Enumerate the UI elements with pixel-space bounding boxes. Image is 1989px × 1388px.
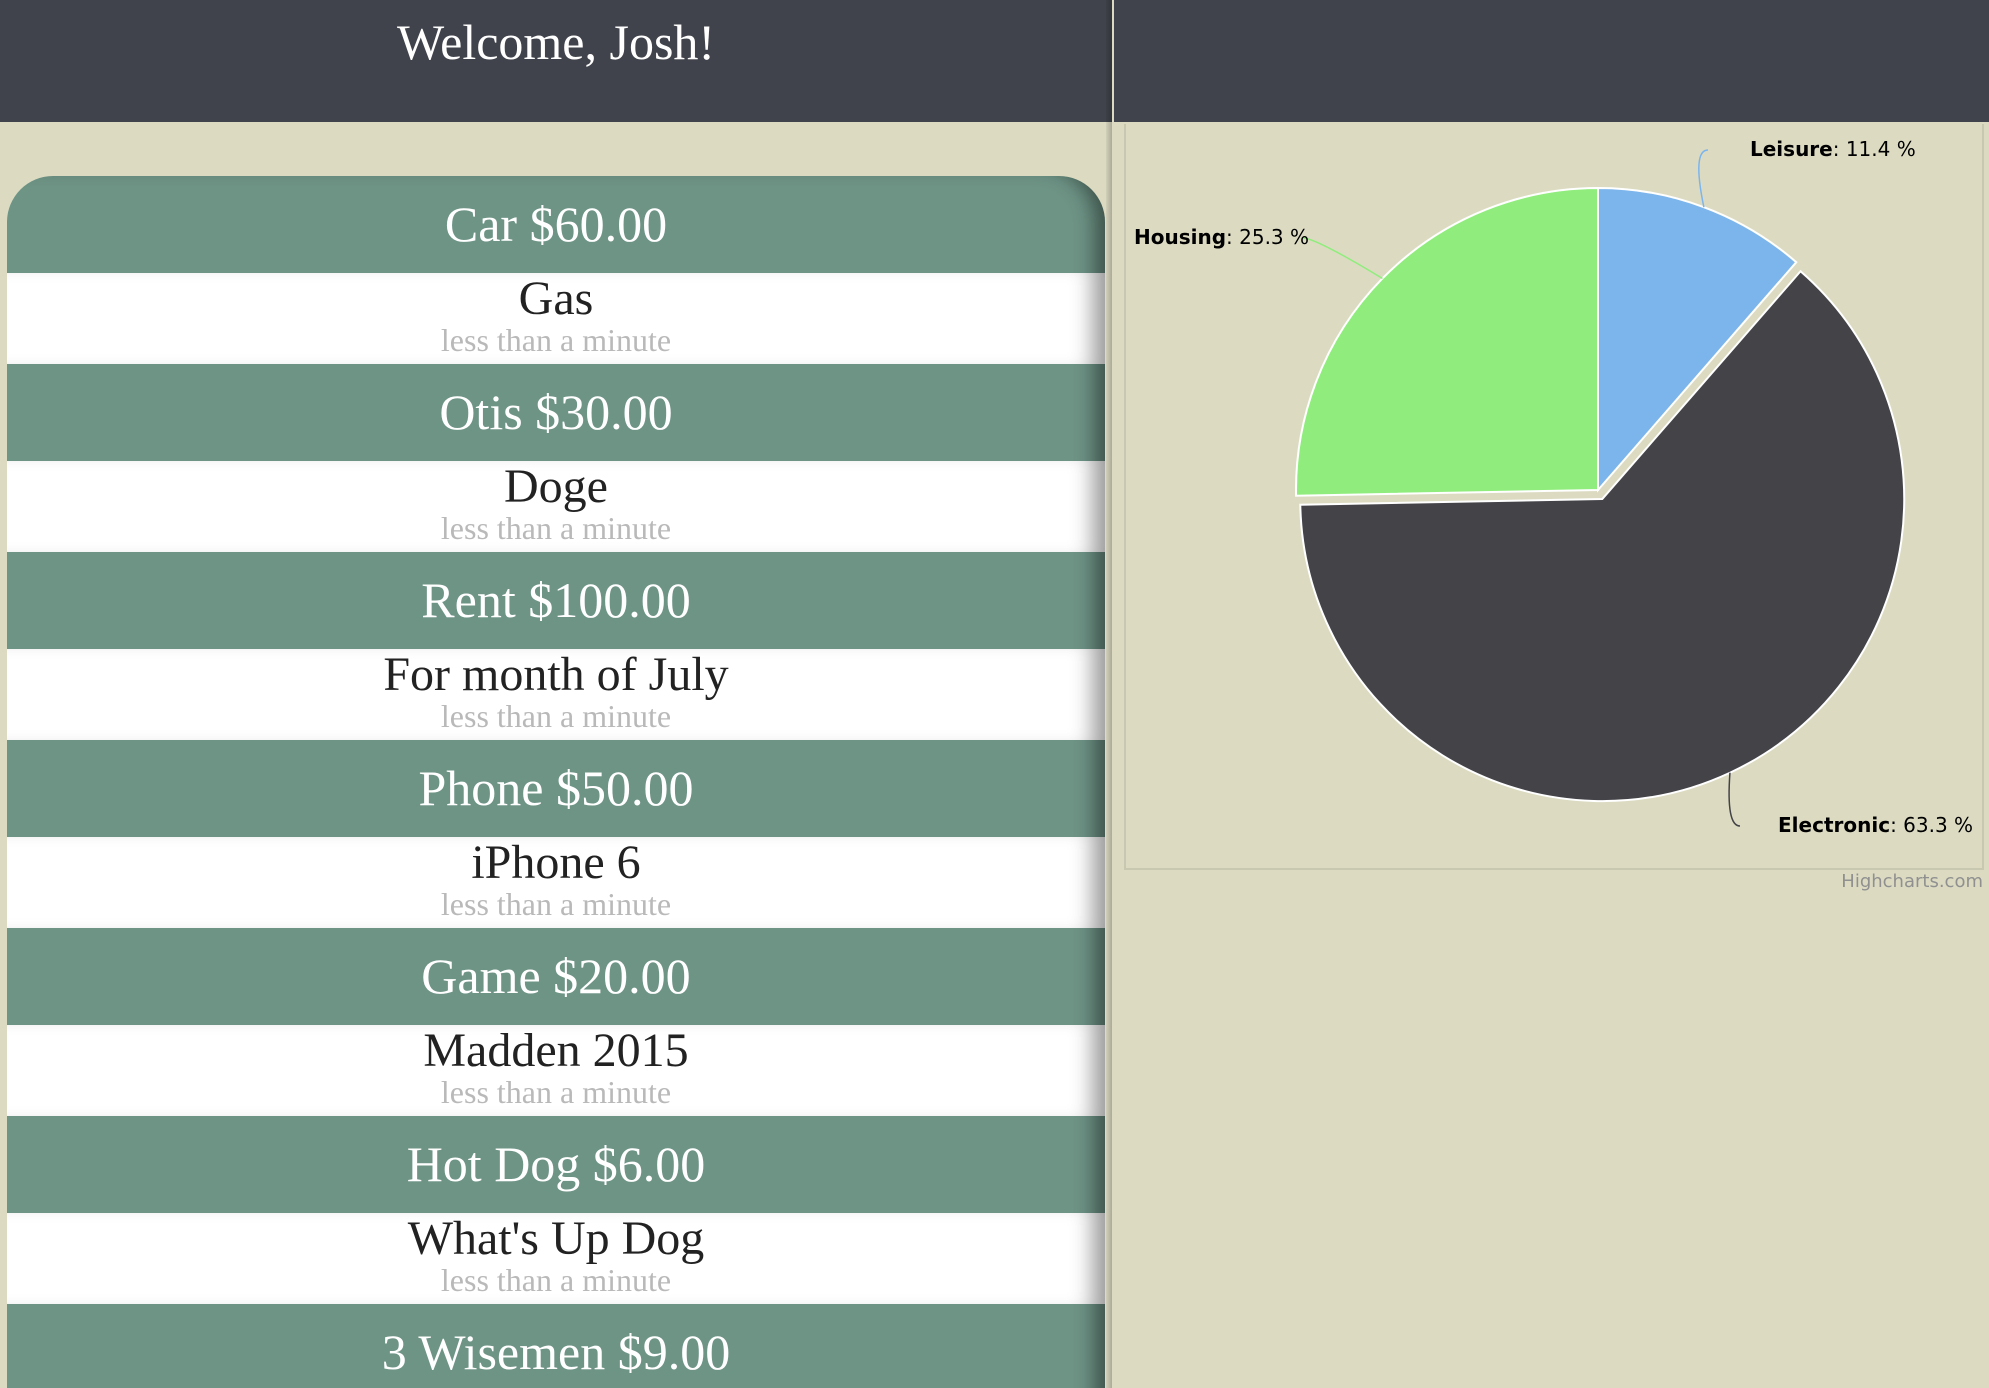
expense-timestamp: less than a minute bbox=[440, 510, 672, 546]
pie-chart: Leisure: 11.4 % Electronic: 63.3 % Housing… bbox=[1134, 137, 1973, 837]
expense-detail[interactable]: For month of July less than a minute bbox=[7, 649, 1105, 740]
expense-description: What's Up Dog bbox=[407, 1212, 705, 1265]
expense-list: Car $60.00 Gas less than a minute Otis $… bbox=[7, 176, 1105, 1388]
expense-description: Gas bbox=[518, 272, 594, 325]
expense-description: iPhone 6 bbox=[471, 836, 641, 889]
expense-description: Doge bbox=[504, 460, 608, 513]
pie-connector-leisure bbox=[1698, 149, 1709, 208]
expense-timestamp: less than a minute bbox=[440, 1262, 672, 1298]
expense-title[interactable]: Otis $30.00 bbox=[7, 364, 1105, 461]
expense-description: For month of July bbox=[383, 648, 729, 701]
pane-divider bbox=[1106, 0, 1112, 1388]
expense-timestamp: less than a minute bbox=[440, 1074, 672, 1110]
chart-pane: Leisure: 11.4 % Electronic: 63.3 % Housing… bbox=[1114, 0, 1989, 1388]
pie-label-housing: Housing: 25.3 % bbox=[1134, 225, 1309, 249]
expense-timestamp: less than a minute bbox=[440, 698, 672, 734]
welcome-title: Welcome, Josh! bbox=[396, 14, 716, 70]
header-bar: Welcome, Josh! bbox=[0, 0, 1112, 122]
expense-title[interactable]: Phone $50.00 bbox=[7, 740, 1105, 837]
pie-label-electronic: Electronic: 63.3 % bbox=[1778, 813, 1973, 837]
expense-title[interactable]: 3 Wisemen $9.00 bbox=[7, 1304, 1105, 1388]
expense-timestamp: less than a minute bbox=[440, 322, 672, 358]
expense-title[interactable]: Car $60.00 bbox=[7, 176, 1105, 273]
expense-detail[interactable]: Doge less than a minute bbox=[7, 461, 1105, 552]
expense-title[interactable]: Game $20.00 bbox=[7, 928, 1105, 1025]
pie-connector-housing bbox=[1303, 237, 1383, 280]
pie-connector-electronic bbox=[1728, 772, 1741, 827]
expense-detail[interactable]: What's Up Dog less than a minute bbox=[7, 1213, 1105, 1304]
expense-detail[interactable]: iPhone 6 less than a minute bbox=[7, 837, 1105, 928]
chart-credit-link[interactable]: Highcharts.com bbox=[1841, 871, 1983, 892]
pie-slice-housing[interactable] bbox=[1295, 186, 1599, 497]
expense-description: Madden 2015 bbox=[423, 1024, 689, 1077]
expense-timestamp: less than a minute bbox=[440, 886, 672, 922]
expense-detail[interactable]: Madden 2015 less than a minute bbox=[7, 1025, 1105, 1116]
expense-pane: Welcome, Josh! Car $60.00 Gas less than … bbox=[0, 0, 1112, 1388]
expense-title[interactable]: Rent $100.00 bbox=[7, 552, 1105, 649]
expense-title[interactable]: Hot Dog $6.00 bbox=[7, 1116, 1105, 1213]
pie-label-leisure: Leisure: 11.4 % bbox=[1750, 137, 1916, 161]
expense-detail[interactable]: Gas less than a minute bbox=[7, 273, 1105, 364]
